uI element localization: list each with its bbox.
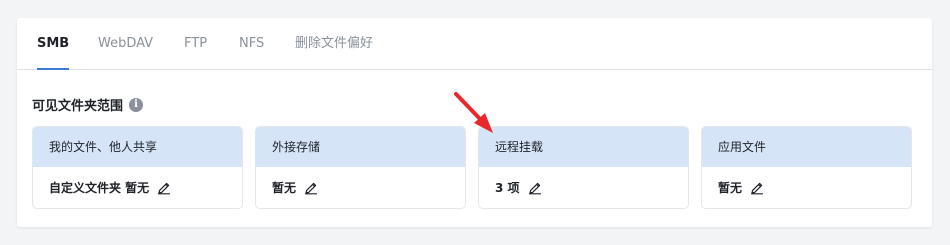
card-app-files: 应用文件 暂无 [701, 126, 912, 209]
pencil-edit-icon[interactable] [157, 181, 171, 195]
card-body: 3 项 [479, 167, 688, 208]
card-body: 暂无 [256, 167, 465, 208]
card-value: 暂无 [718, 181, 743, 195]
info-icon[interactable]: i [129, 97, 144, 112]
tab-ftp[interactable]: FTP [184, 18, 207, 69]
card-remote-mount: 远程挂载 3 项 [478, 126, 689, 209]
pencil-edit-icon[interactable] [750, 181, 764, 195]
tab-delete-file-preference[interactable]: 删除文件偏好 [295, 18, 373, 69]
tab-smb[interactable]: SMB [37, 18, 70, 70]
card-title: 远程挂载 [479, 127, 688, 167]
card-external-storage: 外接存储 暂无 [255, 126, 466, 209]
card-body: 暂无 [702, 167, 911, 208]
card-my-files: 我的文件、他人共享 自定义文件夹 暂无 [32, 126, 243, 209]
pencil-edit-icon[interactable] [528, 181, 542, 195]
card-value: 自定义文件夹 暂无 [49, 181, 150, 195]
protocol-tabs: SMB WebDAV FTP NFS 删除文件偏好 [17, 18, 932, 70]
tab-webdav[interactable]: WebDAV [98, 18, 153, 69]
card-body: 自定义文件夹 暂无 [33, 167, 242, 208]
card-title: 我的文件、他人共享 [33, 127, 242, 167]
section-title-text: 可见文件夹范围 [32, 99, 124, 114]
pencil-edit-icon[interactable] [304, 181, 318, 195]
card-title: 应用文件 [702, 127, 911, 167]
card-value: 3 项 [495, 181, 520, 195]
tab-nfs[interactable]: NFS [239, 18, 264, 69]
annotation-arrow-icon [454, 92, 493, 133]
card-value: 暂无 [272, 181, 297, 195]
section-title: 可见文件夹范围 i [32, 95, 144, 114]
card-title: 外接存储 [256, 127, 465, 167]
